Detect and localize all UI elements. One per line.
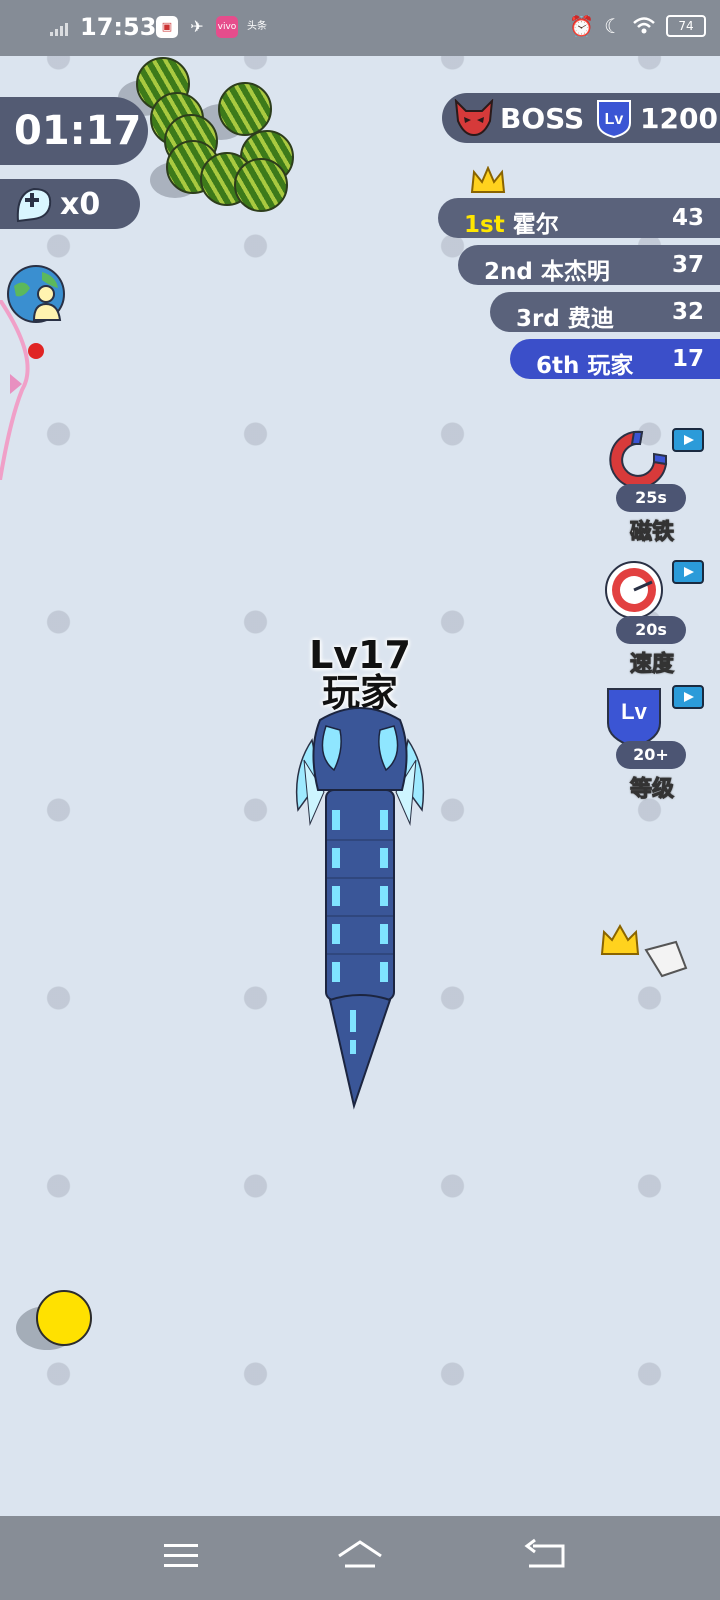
watermelon — [218, 82, 272, 136]
powerup-timer: 20s — [616, 616, 686, 644]
score: 32 — [671, 299, 704, 325]
navigation-bar — [0, 1516, 720, 1600]
menu-icon[interactable] — [158, 1536, 208, 1576]
leaderboard-row-2: 2nd 本杰明 37 — [458, 245, 720, 285]
video-ad-icon — [672, 685, 704, 709]
player-name: 本杰明 — [540, 259, 610, 285]
level-up-icon: Lv — [607, 688, 661, 749]
player-name: 霍尔 — [512, 212, 559, 238]
powerup-name: 等级 — [629, 777, 674, 803]
home-icon[interactable] — [335, 1536, 385, 1576]
side-drawer-handle[interactable] — [0, 300, 40, 480]
watermelon — [234, 158, 288, 212]
world-player-icon[interactable] — [6, 264, 68, 326]
rank-label: 2nd — [484, 259, 533, 285]
rank-label: 3rd — [516, 306, 560, 332]
battery-indicator: 74 — [666, 15, 706, 37]
alarm-icon: ⏰ — [569, 14, 595, 38]
leaderboard-row-3: 3rd 费迪 32 — [490, 292, 720, 332]
revive-counter[interactable]: x0 — [0, 179, 140, 229]
video-ad-icon — [672, 428, 704, 452]
boss-label: BOSS — [500, 102, 585, 135]
notification-dot — [28, 343, 44, 359]
magnet-powerup-button[interactable]: 25s 磁铁 — [602, 428, 704, 548]
leader-direction-indicator — [600, 923, 688, 978]
rank-label: 6th — [536, 353, 580, 379]
status-bar: 17:53 ▣ ✈ vivo 头条 ⏰ ☾ 74 — [0, 0, 720, 56]
moon-icon: ☾ — [604, 14, 622, 38]
boss-value: 1200 — [640, 102, 718, 135]
boss-level-badge-text: Lv — [605, 111, 624, 128]
player-level: Lv17 — [309, 633, 411, 677]
boss-panel: BOSS Lv 1200 — [442, 93, 720, 143]
player-name: 费迪 — [567, 306, 614, 332]
match-timer: 01:17 — [0, 97, 148, 165]
video-ad-icon — [672, 560, 704, 584]
level-shield-icon: Lv — [597, 100, 631, 139]
rank-label: 1st — [464, 212, 505, 238]
ghost-plus-icon — [16, 187, 52, 223]
speed-powerup-button[interactable]: 20s 速度 — [602, 560, 704, 680]
signal-icon — [50, 23, 68, 36]
level-badge-text: Lv — [621, 699, 647, 724]
yellow-food-orb — [36, 1290, 92, 1346]
magnet-icon — [609, 430, 668, 489]
leaderboard-row-1: 1st 霍尔 43 — [438, 198, 720, 238]
crown-icon — [470, 166, 506, 193]
score: 37 — [671, 252, 704, 278]
speedometer-icon — [605, 561, 663, 619]
level-powerup-button[interactable]: Lv 20+ 等级 — [602, 685, 704, 805]
leaderboard-row-player: 6th 玩家 17 — [510, 339, 720, 379]
wifi-icon — [633, 17, 655, 34]
player-dragon-snake — [295, 707, 425, 1110]
powerup-timer: 20+ — [616, 741, 686, 769]
powerup-name: 速度 — [629, 652, 674, 678]
player-name: 玩家 — [587, 353, 634, 379]
powerup-timer: 25s — [616, 484, 686, 512]
back-icon[interactable] — [523, 1536, 573, 1576]
score: 17 — [671, 346, 704, 372]
status-time: 17:53 — [80, 13, 157, 41]
devil-mask-icon — [454, 99, 494, 137]
powerup-name: 磁铁 — [629, 520, 674, 546]
toutiao-icon: 头条 — [247, 21, 267, 32]
revive-count: x0 — [60, 187, 101, 222]
score: 43 — [671, 205, 704, 231]
notification-app-icon: ▣ — [156, 16, 178, 38]
vivo-icon: vivo — [216, 16, 238, 38]
bird-icon: ✈ — [190, 17, 204, 36]
